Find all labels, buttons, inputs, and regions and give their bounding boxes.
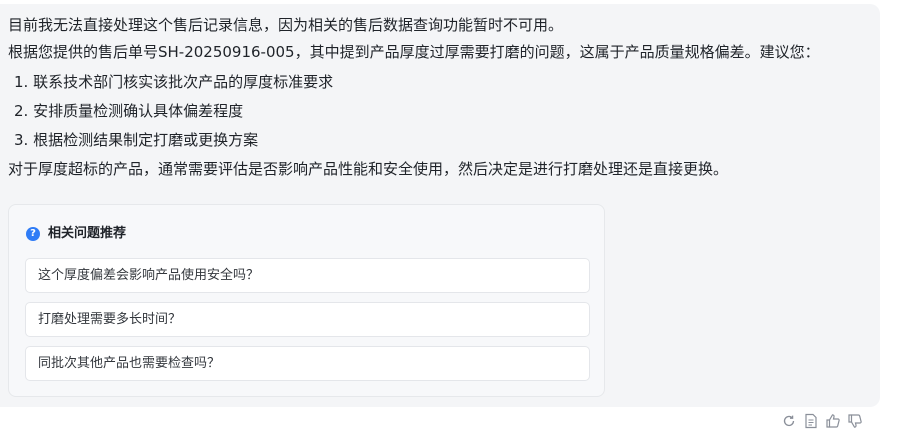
question-circle-icon: ? [26, 227, 40, 241]
related-question-item[interactable]: 打磨处理需要多长时间？ [25, 302, 590, 337]
message-step-2: 2. 安排质量检测确认具体偏差程度 [14, 102, 244, 120]
message-actions [780, 412, 868, 430]
thumbs-up-icon[interactable] [824, 412, 842, 430]
message-line-2: 根据您提供的售后单号SH-20250916-005，其中提到产品厚度过厚需要打磨… [8, 43, 820, 61]
related-question-item[interactable]: 这个厚度偏差会影响产品使用安全吗？ [25, 258, 590, 293]
message-step-1: 1. 联系技术部门核实该批次产品的厚度标准要求 [14, 73, 334, 91]
message-step-3: 3. 根据检测结果制定打磨或更换方案 [14, 131, 259, 149]
thumbs-down-icon[interactable] [846, 412, 864, 430]
related-question-item[interactable]: 同批次其他产品也需要检查吗？ [25, 346, 590, 381]
message-line-1: 目前我无法直接处理这个售后记录信息，因为相关的售后数据查询功能暂时不可用。 [8, 16, 564, 34]
related-questions-card: ? 相关问题推荐 这个厚度偏差会影响产品使用安全吗？ 打磨处理需要多长时间？ 同… [8, 204, 605, 397]
message-conclusion: 对于厚度超标的产品，通常需要评估是否影响产品性能和安全使用，然后决定是进行打磨处… [8, 160, 729, 178]
refresh-icon[interactable] [780, 412, 798, 430]
related-questions-title: 相关问题推荐 [48, 226, 127, 241]
related-questions-header: ? 相关问题推荐 [26, 225, 126, 243]
document-icon[interactable] [802, 412, 820, 430]
